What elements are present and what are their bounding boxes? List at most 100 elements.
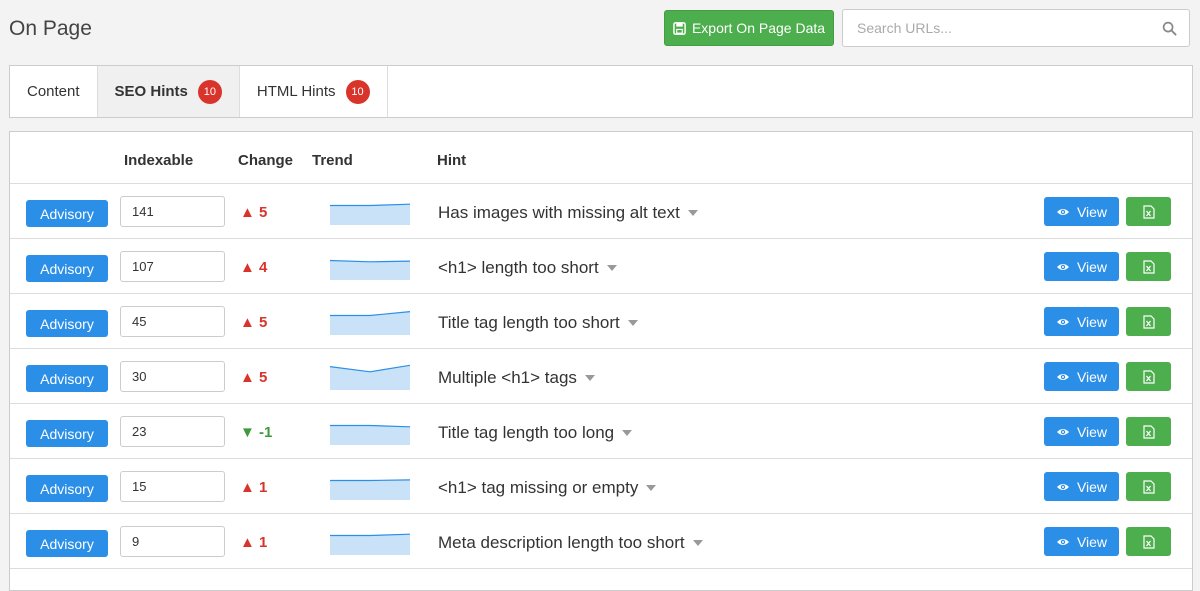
save-icon — [673, 21, 686, 35]
view-button[interactable]: View — [1044, 307, 1119, 336]
table-row: Advisory ▲ 1 <h1> tag missing or empty V… — [10, 459, 1192, 514]
severity-button[interactable]: Advisory — [26, 365, 108, 392]
indexable-count-field[interactable] — [120, 416, 225, 447]
tab-seo-hints[interactable]: SEO Hints 10 — [97, 66, 240, 117]
trend-sparkline — [330, 259, 410, 280]
tab-label: HTML Hints — [256, 83, 336, 100]
change-arrow-icon: ▲ — [240, 204, 260, 221]
hint-text: Multiple <h1> tags — [438, 368, 577, 387]
severity-button[interactable]: Advisory — [26, 475, 108, 502]
header-hint: Hint — [437, 152, 467, 169]
excel-file-icon — [1142, 479, 1155, 494]
count-badge: 10 — [197, 79, 222, 104]
table-row: Advisory ▼ -1 Title tag length too long … — [10, 404, 1192, 459]
indexable-count-field[interactable] — [120, 361, 225, 392]
severity-button[interactable]: Advisory — [26, 255, 108, 282]
change-value: ▲ 1 — [240, 479, 267, 496]
count-badge: 10 — [345, 79, 370, 104]
change-arrow-icon: ▲ — [240, 479, 260, 496]
export-excel-button[interactable] — [1126, 417, 1171, 446]
change-value: ▲ 5 — [240, 204, 267, 221]
trend-sparkline — [330, 203, 410, 225]
hint-dropdown[interactable]: <h1> length too short — [438, 258, 617, 278]
tab-content[interactable]: Content — [10, 66, 98, 117]
export-excel-button[interactable] — [1126, 472, 1171, 501]
trend-sparkline — [330, 364, 410, 390]
search-input[interactable] — [843, 10, 1143, 46]
trend-area — [330, 260, 410, 280]
hint-dropdown[interactable]: Multiple <h1> tags — [438, 368, 595, 388]
eye-icon — [1056, 318, 1069, 325]
hint-dropdown[interactable]: <h1> tag missing or empty — [438, 478, 657, 498]
trend-sparkline — [330, 424, 410, 445]
search-icon[interactable] — [1162, 21, 1177, 36]
hints-table: Indexable Change Trend Hint Advisory ▲ 5… — [9, 131, 1193, 591]
severity-button[interactable]: Advisory — [26, 530, 108, 557]
view-label: View — [1076, 368, 1108, 385]
hint-dropdown[interactable]: Has images with missing alt text — [438, 203, 698, 223]
hint-dropdown[interactable]: Title tag length too long — [438, 423, 633, 443]
indexable-count-field[interactable] — [120, 306, 225, 337]
indexable-count-field[interactable] — [120, 196, 225, 227]
export-excel-button[interactable] — [1126, 252, 1171, 281]
eye-icon — [1056, 263, 1069, 270]
change-amount: 1 — [259, 534, 268, 551]
tab-bar: Content SEO Hints 10 HTML Hints 10 — [9, 65, 1193, 118]
view-button[interactable]: View — [1044, 252, 1119, 281]
trend-area — [330, 204, 410, 225]
indexable-count-field[interactable] — [120, 471, 225, 502]
indexable-count-field[interactable] — [120, 251, 225, 282]
view-button[interactable]: View — [1044, 197, 1119, 226]
severity-button[interactable]: Advisory — [26, 310, 108, 337]
view-button[interactable]: View — [1044, 362, 1119, 391]
view-label: View — [1076, 313, 1108, 330]
trend-sparkline — [330, 533, 410, 555]
hint-dropdown[interactable]: Meta description length too short — [438, 533, 703, 553]
trend-sparkline — [330, 479, 410, 500]
change-value: ▼ -1 — [240, 424, 272, 441]
export-excel-button[interactable] — [1126, 197, 1171, 226]
excel-file-icon — [1142, 204, 1155, 219]
header-change: Change — [238, 152, 294, 169]
export-on-page-data-button[interactable]: Export On Page Data — [664, 10, 834, 46]
page-title: On Page — [9, 17, 92, 40]
severity-button[interactable]: Advisory — [26, 200, 108, 227]
change-amount: 4 — [259, 259, 268, 276]
hint-text: Meta description length too short — [438, 533, 685, 552]
view-button[interactable]: View — [1044, 472, 1119, 501]
export-excel-button[interactable] — [1126, 362, 1171, 391]
export-excel-button[interactable] — [1126, 307, 1171, 336]
table-header: Indexable Change Trend Hint — [10, 132, 1192, 184]
change-value: ▲ 4 — [240, 259, 267, 276]
table-row: Advisory ▲ 5 Multiple <h1> tags View — [10, 349, 1192, 404]
change-value: ▲ 5 — [240, 314, 267, 331]
tab-html-hints[interactable]: HTML Hints 10 — [240, 66, 388, 117]
hint-dropdown[interactable]: Title tag length too short — [438, 313, 638, 333]
caret-down-icon — [687, 210, 698, 216]
trend-sparkline — [330, 311, 410, 335]
view-label: View — [1076, 423, 1108, 440]
indexable-count-field[interactable] — [120, 526, 225, 557]
excel-file-icon — [1142, 259, 1155, 274]
excel-file-icon — [1142, 534, 1155, 549]
tab-label: Content — [27, 83, 80, 100]
caret-down-icon — [692, 540, 703, 546]
view-label: View — [1076, 533, 1108, 550]
eye-icon — [1056, 538, 1069, 545]
eye-icon — [1056, 373, 1069, 380]
trend-area — [330, 479, 410, 500]
eye-icon — [1056, 428, 1069, 435]
hint-text: <h1> tag missing or empty — [438, 478, 639, 497]
view-button[interactable]: View — [1044, 417, 1119, 446]
view-button[interactable]: View — [1044, 527, 1119, 556]
severity-button[interactable]: Advisory — [26, 420, 108, 447]
change-arrow-icon: ▲ — [240, 534, 260, 551]
trend-line — [330, 479, 410, 482]
change-arrow-icon: ▲ — [240, 259, 260, 276]
export-excel-button[interactable] — [1126, 527, 1171, 556]
search-box — [842, 9, 1190, 47]
hint-text: Title tag length too long — [438, 423, 615, 442]
trend-area — [330, 534, 410, 555]
change-amount: 1 — [259, 479, 268, 496]
table-row: Advisory ▲ 5 Has images with missing alt… — [10, 184, 1192, 239]
